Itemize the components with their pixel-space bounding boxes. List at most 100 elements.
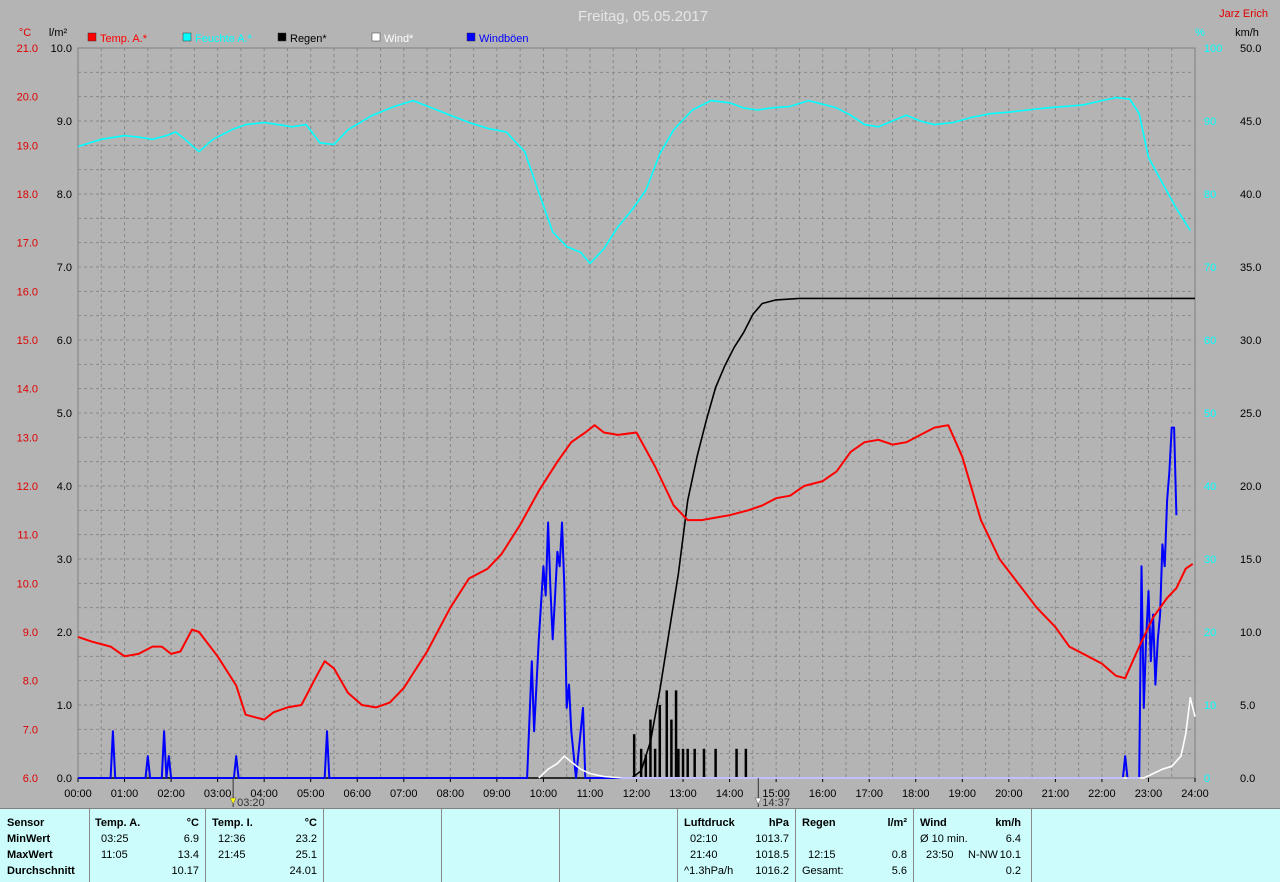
- temp-i-min-time: 12:36: [218, 833, 246, 845]
- temp-a-header: Temp. A.: [95, 817, 141, 829]
- wind-axis-label: km/h: [1235, 27, 1259, 39]
- temp-i-unit: °C: [304, 817, 317, 829]
- wind-axis: 50.0 45.0 40.0 35.0 30.0 25.0 20.0 15.0 10.0 5.0 0…: [1240, 43, 1261, 785]
- temp-tick-label: 12.0: [17, 481, 38, 493]
- rain-tick-label: 0.0: [57, 773, 72, 785]
- humidity-tick-label: 20: [1204, 627, 1216, 639]
- x-tick-label: 21:00: [1042, 788, 1070, 800]
- temp-i-min-value: 23.2: [295, 833, 317, 845]
- stats-panel: Sensor MinWert MaxWert Durchschnitt Temp…: [0, 808, 1280, 882]
- x-tick-label: 10:00: [530, 788, 558, 800]
- x-tick-label: 09:00: [483, 788, 511, 800]
- row-label-max: MaxWert: [7, 849, 53, 861]
- wind-third-value: 0.2: [1005, 865, 1021, 877]
- rain-tick-label: 8.0: [57, 189, 72, 201]
- humidity-tick-label: 0: [1204, 773, 1210, 785]
- pressure-average: 1016.2: [755, 865, 789, 877]
- wind-tick-label: 25.0: [1240, 408, 1261, 420]
- temp-tick-label: 17.0: [17, 238, 38, 250]
- legend: Temp. A.* Feuchte A.* Regen* Wind* Windböen: [87, 32, 529, 45]
- legend-label: Regen*: [290, 33, 327, 45]
- marker-label: 03:20: [237, 797, 265, 808]
- legend-swatch: [87, 32, 97, 42]
- rain-tick-label: 7.0: [57, 262, 72, 274]
- legend-swatch: [277, 32, 287, 42]
- x-tick-label: 11:00: [577, 788, 604, 800]
- temp-tick-label: 19.0: [17, 140, 38, 152]
- temp-i-average: 24.01: [289, 865, 317, 877]
- wind-tick-label: 35.0: [1240, 262, 1261, 274]
- marker-arrow-icon: [229, 797, 237, 805]
- temp-tick-label: 16.0: [17, 286, 38, 298]
- pressure-max-value: 1018.5: [755, 849, 789, 861]
- pressure-max-time: 21:40: [690, 849, 718, 861]
- wind-tick-label: 20.0: [1240, 481, 1261, 493]
- wind-average: 6.4: [1005, 833, 1021, 845]
- legend-label: Feuchte A.*: [195, 33, 253, 45]
- rain-total: 5.6: [891, 865, 907, 877]
- temp-a-average: 10.17: [171, 865, 199, 877]
- temp-a-unit: °C: [186, 817, 199, 829]
- station-name: Jarz Erich: [1219, 8, 1268, 20]
- humidity-tick-label: 90: [1204, 116, 1216, 128]
- humidity-axis: 1009080706050403020100: [1204, 43, 1222, 785]
- x-tick-label: 06:00: [343, 788, 371, 800]
- legend-swatch: [371, 32, 381, 42]
- temp-i-header: Temp. I.: [212, 817, 253, 829]
- wind-tick-label: 50.0: [1240, 43, 1261, 55]
- temp-tick-label: 6.0: [23, 773, 38, 785]
- temp-tick-label: 9.0: [23, 627, 38, 639]
- rain-total-label: Gesamt:: [802, 865, 844, 877]
- temp-a-max-time: 11:05: [101, 849, 128, 861]
- rain-unit: l/m²: [887, 817, 907, 829]
- pressure-unit: hPa: [768, 817, 789, 829]
- wind-tick-label: 45.0: [1240, 116, 1261, 128]
- x-tick-label: 23:00: [1135, 788, 1163, 800]
- row-label-avg: Durchschnitt: [7, 865, 75, 877]
- temp-a-min-value: 6.9: [183, 833, 199, 845]
- temp-tick-label: 14.0: [17, 384, 38, 396]
- temp-tick-label: 13.0: [17, 432, 38, 444]
- humidity-tick-label: 80: [1204, 189, 1216, 201]
- humidity-tick-label: 60: [1204, 335, 1216, 347]
- weather-chart: Freitag, 05.05.2017 Jarz Erich Temp. A.*…: [17, 8, 1268, 808]
- chart-title: Freitag, 05.05.2017: [578, 8, 708, 25]
- sensor-header: Sensor: [7, 817, 45, 829]
- sensor-column: Sensor MinWert MaxWert Durchschnitt: [0, 809, 90, 882]
- x-tick-label: 16:00: [809, 788, 837, 800]
- temp-a-column: Temp. A. °C 03:25 6.9 11:05 13.4 10.17: [89, 809, 206, 882]
- rain-tick-label: 6.0: [57, 335, 72, 347]
- rain-header: Regen: [802, 817, 836, 829]
- temp-i-max-value: 25.1: [295, 849, 317, 861]
- x-tick-label: 03:00: [204, 788, 232, 800]
- empty-column-2: [441, 809, 560, 882]
- x-tick-label: 19:00: [949, 788, 977, 800]
- wind-tick-label: 30.0: [1240, 335, 1261, 347]
- x-tick-label: 08:00: [437, 788, 465, 800]
- time-axis: 00:00 01:00 02:00 03:00 04:00 05:00 06:00 07:00…: [64, 778, 1209, 800]
- marker-label: 14:37: [762, 797, 790, 808]
- rain-tick-label: 9.0: [57, 116, 72, 128]
- temp-tick-label: 20.0: [17, 92, 38, 104]
- humidity-tick-label: 70: [1204, 262, 1216, 274]
- rain-tick-label: 4.0: [57, 481, 72, 493]
- rain-tick-label: 10.0: [51, 43, 72, 55]
- wind-max-time: 23:50: [926, 849, 954, 861]
- wind-unit: km/h: [995, 817, 1021, 829]
- rain-max-value: 0.8: [891, 849, 907, 861]
- legend-label: Temp. A.*: [100, 33, 148, 45]
- rain-axis: 10.0 9.0 8.0 7.0 6.0 5.0 4.0 3.0 2.0 1.0 0.0: [51, 43, 72, 785]
- x-tick-label: 00:00: [64, 788, 92, 800]
- humidity-tick-label: 40: [1204, 481, 1216, 493]
- humidity-axis-label: %: [1195, 27, 1205, 39]
- temp-tick-label: 8.0: [23, 676, 38, 688]
- empty-column-1: [323, 809, 442, 882]
- pressure-column: Luftdruck hPa 02:10 1013.7 21:40 1018.5 …: [677, 809, 796, 882]
- rain-tick-label: 5.0: [57, 408, 72, 420]
- rain-tick-label: 2.0: [57, 627, 72, 639]
- wind-tick-label: 0.0: [1240, 773, 1255, 785]
- legend-swatch: [182, 32, 192, 42]
- x-tick-label: 24:00: [1181, 788, 1209, 800]
- temp-a-max-value: 13.4: [177, 849, 199, 861]
- x-tick-label: 17:00: [855, 788, 883, 800]
